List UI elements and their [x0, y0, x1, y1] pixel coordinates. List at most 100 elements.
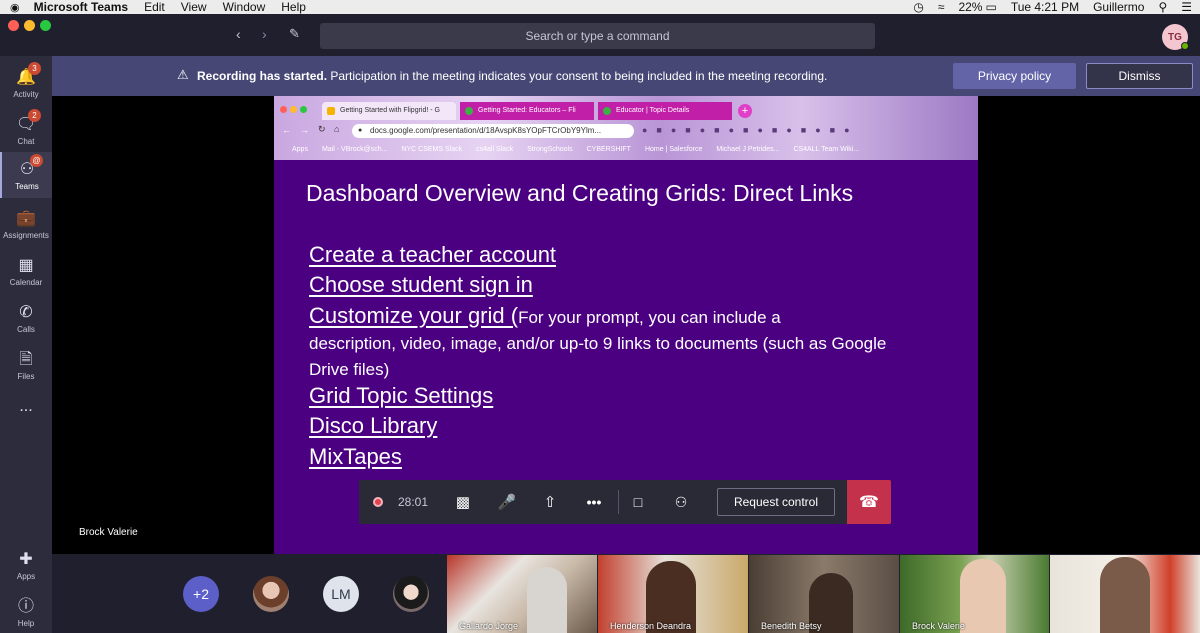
rail-teams[interactable]: ⚇ Teams @ [0, 152, 52, 198]
participant-avatar-lm[interactable]: LM [323, 576, 359, 612]
reload-icon[interactable]: ↻ [318, 124, 326, 135]
bookmark-nyc-slack[interactable]: NYC CSEMS Slack [401, 146, 462, 153]
slide-title: Dashboard Overview and Creating Grids: D… [306, 180, 854, 206]
home-icon[interactable]: ⌂ [334, 124, 339, 134]
bookmark-cybershift[interactable]: CYBERSHIFT [587, 146, 631, 153]
privacy-policy-button[interactable]: Privacy policy [953, 63, 1076, 89]
share-button[interactable]: ⇧ [530, 480, 570, 524]
assignments-icon: 💼 [16, 210, 36, 227]
calendar-icon: ▦ [18, 257, 34, 274]
avatar-initials: TG [1168, 31, 1182, 43]
url-bar[interactable]: ● docs.google.com/presentation/d/18AvspK… [352, 124, 634, 138]
link-mixtapes[interactable]: MixTapes [309, 444, 402, 470]
hang-up-button[interactable]: ☎ [847, 480, 891, 524]
video-tile-benedith[interactable]: Benedith Betsy [749, 555, 899, 633]
bookmark-petrides[interactable]: Michael J Petrides... [716, 146, 779, 153]
maximize-window-button[interactable] [40, 20, 51, 31]
hang-up-icon: ☎ [859, 494, 879, 511]
rail-chat[interactable]: 🗨 Chat 2 [0, 107, 52, 151]
request-control-button[interactable]: Request control [717, 488, 835, 516]
more-icon: ... [19, 398, 33, 415]
share-tray-icon: ⇧ [543, 494, 557, 511]
clock[interactable]: Tue 4:21 PM [1011, 0, 1079, 14]
camera-button[interactable]: ▩ [443, 480, 483, 524]
mic-button[interactable]: 🎤 [487, 480, 527, 524]
rail-calls[interactable]: ✆ Calls [0, 295, 52, 339]
spotlight-icon[interactable]: ⚲ [1158, 0, 1167, 14]
video-tile-participant-5[interactable] [1050, 555, 1200, 633]
browser-min-dot [290, 106, 297, 113]
browser-forward-icon[interactable]: → [300, 125, 309, 135]
bookmark-salesforce[interactable]: Home | Salesforce [645, 146, 702, 153]
link-customize-grid[interactable]: Customize your grid ( [309, 303, 518, 328]
participant-avatar-photo-2[interactable] [393, 576, 429, 612]
tab-label: Educator | Topic Details [616, 107, 690, 114]
menu-help[interactable]: Help [281, 0, 306, 14]
rail-activity[interactable]: 🔔 Activity 3 [0, 60, 52, 104]
battery-icon[interactable]: ▭ [985, 0, 996, 14]
presence-dot [1181, 42, 1189, 50]
menu-edit[interactable]: Edit [144, 0, 165, 14]
dismiss-button[interactable]: Dismiss [1086, 63, 1193, 89]
control-center-icon[interactable]: ☰ [1181, 0, 1192, 14]
video-tile-brock[interactable]: Brock Valerie [900, 555, 1049, 633]
presenter-name: Brock Valerie [79, 527, 138, 538]
rail-apps[interactable]: ✚ Apps [0, 542, 52, 586]
rail-files[interactable]: 🗎 Files [0, 342, 52, 386]
lock-icon: ● [358, 127, 363, 134]
browser-back-icon[interactable]: ← [282, 125, 291, 135]
bookmark-cs4all-wiki[interactable]: CS4ALL Team Wiki... [793, 146, 859, 153]
bookmark-strongschools[interactable]: StrongSchools [527, 146, 573, 153]
rail-help[interactable]: ⓘ Help [0, 589, 52, 633]
tile-name: Henderson Deandra [610, 621, 692, 631]
menu-window[interactable]: Window [223, 0, 266, 14]
browser-close-dot [280, 106, 287, 113]
close-window-button[interactable] [8, 20, 19, 31]
tile-name: Gallardo Jorge [459, 621, 519, 631]
browser-tab-2[interactable]: Getting Started: Educators – Fli [460, 102, 594, 120]
url-text: docs.google.com/presentation/d/18AvspK8s… [370, 126, 602, 135]
rail-label: Teams [15, 182, 39, 191]
wifi-icon[interactable]: ≈ [938, 0, 945, 14]
participants-button[interactable]: ⚇ [661, 480, 701, 524]
rail-assignments[interactable]: 💼 Assignments [0, 201, 52, 245]
apple-icon[interactable]: ◉ [10, 1, 20, 14]
recording-banner: ⚠ Recording has started. Participation i… [52, 56, 1200, 96]
rail-calendar[interactable]: ▦ Calendar [0, 248, 52, 292]
forward-arrow-icon[interactable]: › [262, 26, 267, 42]
extension-icons: ●■●■●■●■●■●■●■● [642, 125, 859, 135]
more-actions-button[interactable]: ••• [574, 480, 614, 524]
tab-label: Getting Started: Educators – Fli [478, 107, 576, 114]
bookmark-cs4all-slack[interactable]: cs4all Slack [476, 146, 513, 153]
microphone-icon: 🎤 [497, 494, 517, 511]
link-grid-topic-settings[interactable]: Grid Topic Settings [309, 383, 493, 409]
rail-label: Assignments [3, 231, 49, 240]
search-input[interactable]: Search or type a command [320, 23, 875, 49]
link-create-teacher-account[interactable]: Create a teacher account [309, 242, 556, 268]
conversation-button[interactable]: □ [618, 480, 658, 524]
menu-app-name[interactable]: Microsoft Teams [34, 0, 128, 14]
browser-tab-3[interactable]: Educator | Topic Details [598, 102, 732, 120]
overflow-participants-button[interactable]: +2 [183, 576, 219, 612]
menubar-user[interactable]: Guillermo [1093, 0, 1144, 14]
rail-label: Activity [13, 90, 39, 99]
bookmark-apps[interactable]: Apps [292, 146, 308, 153]
compose-icon[interactable]: ✎ [289, 26, 300, 42]
video-tile-henderson[interactable]: Henderson Deandra [598, 555, 748, 633]
banner-text: Participation in the meeting indicates y… [330, 69, 828, 83]
browser-tab-1[interactable]: Getting Started with Flipgrid! - G [322, 102, 456, 120]
link-choose-student-sign-in[interactable]: Choose student sign in [309, 272, 533, 298]
participant-avatar-photo-1[interactable] [253, 576, 289, 612]
video-tile-gallardo[interactable]: Gallardo Jorge [447, 555, 597, 633]
link-disco-library[interactable]: Disco Library [309, 413, 437, 439]
bookmarks-bar: Apps Mail - VBrock@sch... NYC CSEMS Slac… [274, 142, 978, 156]
rail-more[interactable]: ... [0, 392, 52, 422]
back-arrow-icon[interactable]: ‹ [236, 26, 241, 42]
recording-indicator [363, 480, 393, 524]
menu-view[interactable]: View [181, 0, 207, 14]
new-tab-button[interactable]: + [738, 104, 752, 118]
minimize-window-button[interactable] [24, 20, 35, 31]
bookmark-mail[interactable]: Mail - VBrock@sch... [322, 146, 387, 153]
record-dot-icon [373, 497, 383, 507]
time-machine-icon[interactable]: ◷ [913, 0, 923, 14]
